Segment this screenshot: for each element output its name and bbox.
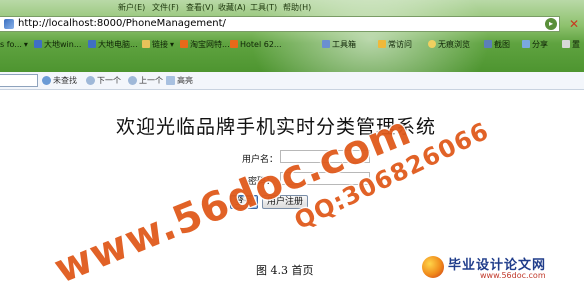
favorite-item[interactable]: 淘宝网特...	[180, 38, 230, 50]
toolbar-label: 无痕浏览	[438, 39, 470, 49]
toolbar-label: 常访问	[388, 39, 412, 49]
favorite-label: 链接	[152, 39, 168, 49]
menu-bar: 新户(E) 文件(F) 查看(V) 收藏(A) 工具(T) 帮助(H)	[0, 0, 584, 14]
chevron-down-icon: ▾	[23, 39, 28, 49]
toolbox-icon	[322, 40, 330, 48]
toolbar-item-frequent[interactable]: 常访问	[378, 38, 412, 50]
page-favicon-icon	[4, 19, 14, 29]
toolbar-item-share[interactable]: 分享	[522, 38, 548, 50]
favorite-item[interactable]: 链接 ▾	[142, 38, 174, 50]
star-icon	[378, 40, 386, 48]
favorite-item[interactable]: 大地win...	[34, 38, 81, 50]
address-url[interactable]: http://localhost:8000/PhoneManagement/	[18, 18, 226, 29]
toolbar-label: 截图	[494, 39, 510, 49]
find-bar: 未查找 下一个 上一个 高亮	[0, 72, 584, 90]
find-prev-button[interactable]: 上一个	[128, 75, 163, 86]
arrow-down-icon	[86, 76, 95, 85]
find-label: 未查找	[53, 76, 77, 85]
logo-icon	[422, 256, 444, 278]
menu-item-view[interactable]: 查看(V)	[186, 2, 214, 13]
folder-icon	[142, 40, 150, 48]
highlight-icon	[166, 76, 175, 85]
arrow-up-icon	[128, 76, 137, 85]
favorite-label: s fo...	[0, 39, 22, 49]
site-logo: 毕业设计论文网 www.56doc.com	[420, 254, 580, 282]
scissors-icon	[484, 40, 492, 48]
logo-url: www.56doc.com	[480, 271, 546, 280]
toolbar-label: 置	[572, 39, 580, 49]
favorite-label: 大地win...	[44, 39, 82, 49]
close-icon[interactable]: ✕	[566, 16, 582, 32]
find-next-button[interactable]: 下一个	[86, 75, 121, 86]
highlight-label: 高亮	[177, 76, 193, 85]
incognito-icon	[428, 40, 436, 48]
find-input[interactable]	[0, 74, 38, 87]
menu-item-new[interactable]: 新户(E)	[118, 2, 145, 13]
favorite-label: Hotel 62...	[240, 39, 282, 49]
toolbar-label: 工具箱	[332, 39, 356, 49]
favorite-item[interactable]: 大地电脑...	[88, 38, 138, 50]
toolbar-item-screenshot[interactable]: 截图	[484, 38, 510, 50]
find-button[interactable]: 未查找	[42, 75, 77, 86]
page-icon	[180, 40, 188, 48]
page-icon	[230, 40, 238, 48]
menu-item-tools[interactable]: 工具(T)	[250, 2, 277, 13]
page-icon	[88, 40, 96, 48]
settings-icon	[562, 40, 570, 48]
favorites-bar: s fo... ▾ 大地win... 大地电脑... 链接 ▾ 淘宝网特... …	[0, 36, 584, 52]
chevron-down-icon: ▾	[170, 39, 175, 49]
share-icon	[522, 40, 530, 48]
figure-caption: 图 4.3 首页	[256, 264, 314, 277]
favorite-label: 大地电脑...	[98, 39, 138, 49]
menu-item-file[interactable]: 文件(F)	[152, 2, 179, 13]
go-arrow-icon[interactable]: ▸	[545, 18, 557, 30]
toolbar-item-incognito[interactable]: 无痕浏览	[428, 38, 470, 50]
menu-item-help[interactable]: 帮助(H)	[283, 2, 311, 13]
find-next-label: 下一个	[97, 76, 121, 85]
browser-chrome: 新户(E) 文件(F) 查看(V) 收藏(A) 工具(T) 帮助(H) http…	[0, 0, 584, 72]
favorite-label: 淘宝网特...	[190, 39, 230, 49]
find-prev-label: 上一个	[139, 76, 163, 85]
toolbar-item-toolbox[interactable]: 工具箱	[322, 38, 356, 50]
menu-item-favorites[interactable]: 收藏(A)	[218, 2, 246, 13]
page-icon	[34, 40, 42, 48]
favorite-item[interactable]: Hotel 62...	[230, 38, 282, 50]
highlight-button[interactable]: 高亮	[166, 75, 193, 86]
toolbar-label: 分享	[532, 39, 548, 49]
favorite-item[interactable]: s fo... ▾	[0, 38, 28, 50]
toolbar-item-settings[interactable]: 置	[562, 38, 580, 50]
address-bar[interactable]: http://localhost:8000/PhoneManagement/ ▸	[0, 16, 560, 32]
search-icon	[42, 76, 51, 85]
